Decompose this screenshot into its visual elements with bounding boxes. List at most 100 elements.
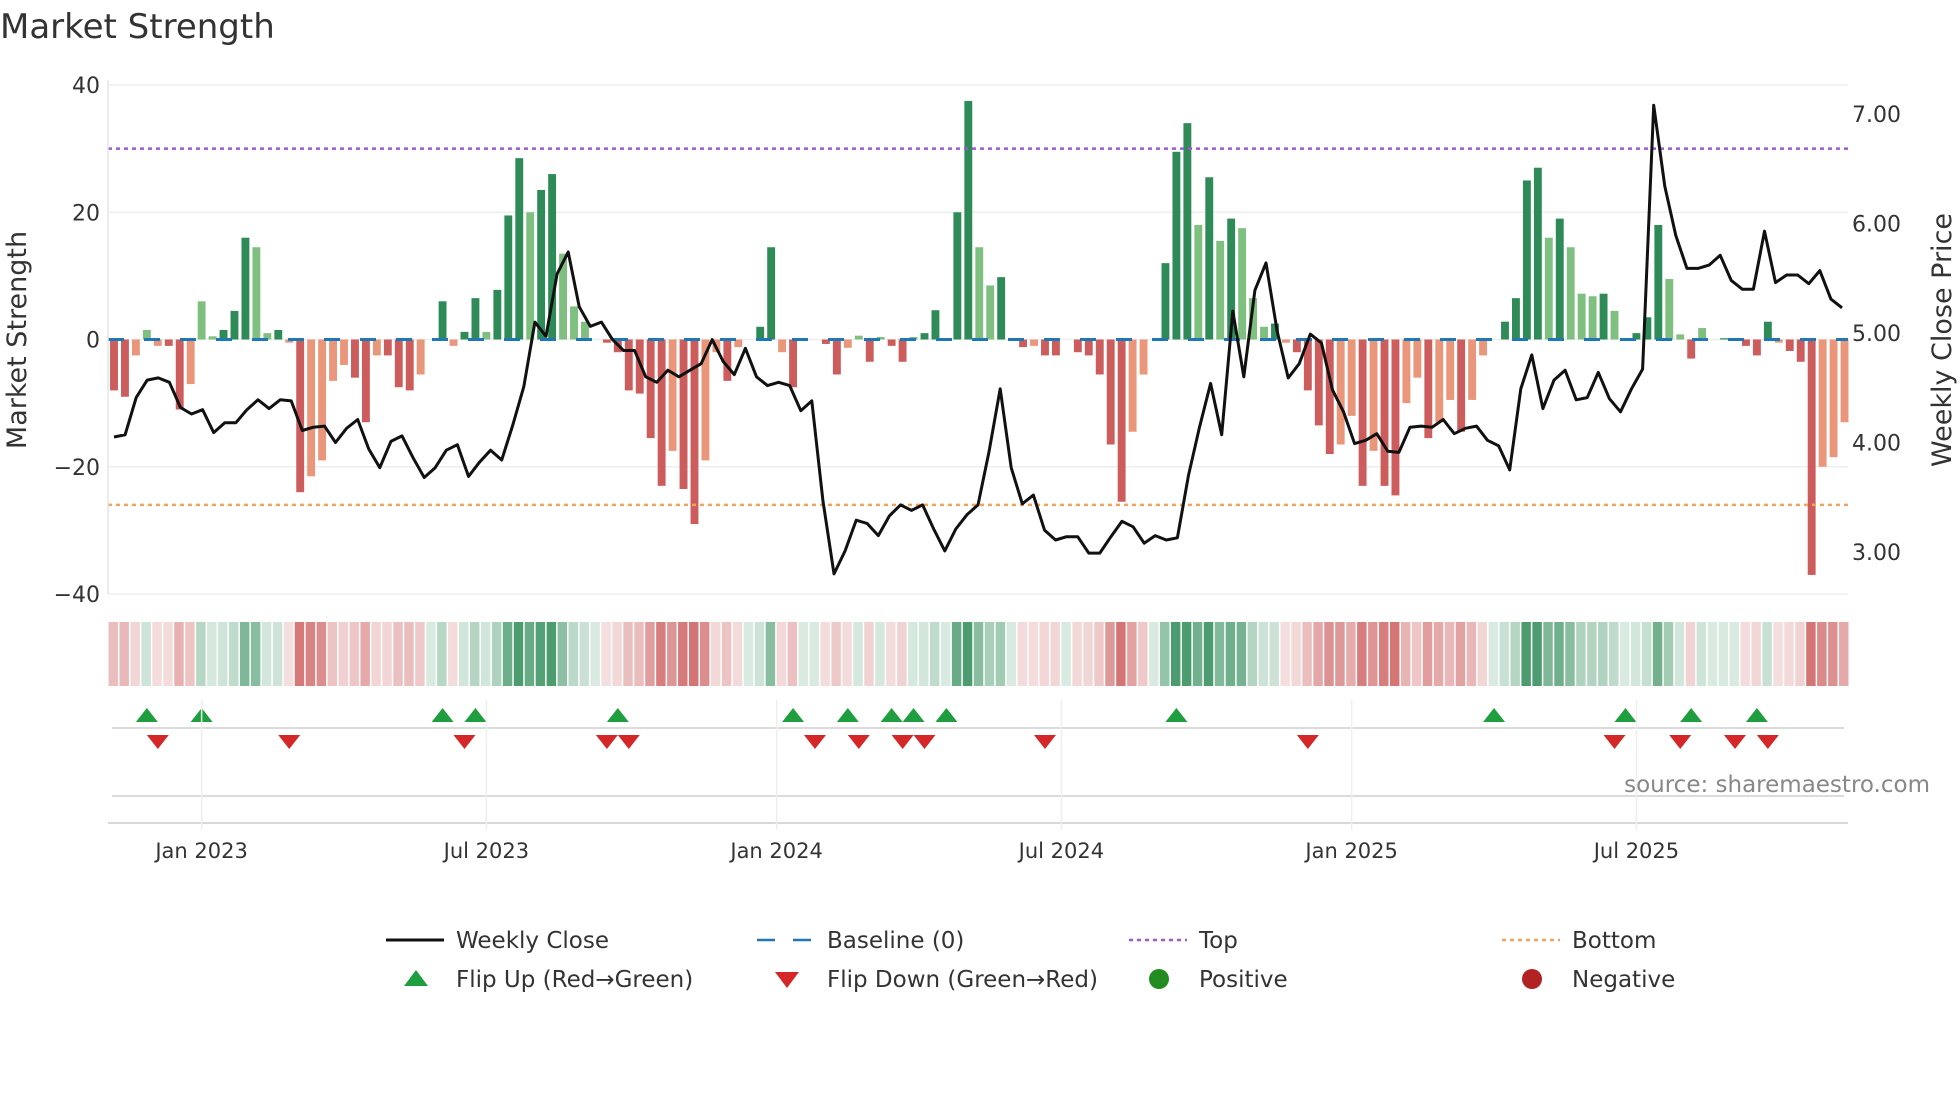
heat-cell (1039, 622, 1049, 686)
heat-cell (1729, 622, 1739, 686)
heat-cell (1598, 622, 1608, 686)
heat-cell (1773, 622, 1783, 686)
strength-bar (1205, 177, 1214, 340)
strength-bar (1468, 339, 1477, 400)
heat-cell (1138, 622, 1148, 686)
legend-item: Flip Up (Red→Green) (404, 967, 693, 993)
strength-bar (953, 212, 962, 340)
flip-up-marker (1614, 708, 1637, 722)
heat-cell (535, 622, 546, 686)
heat-cell (250, 622, 261, 686)
strength-bar (515, 158, 524, 340)
strength-bar (361, 339, 370, 423)
strength-bar (1829, 339, 1838, 458)
flip-up-marker (935, 708, 958, 722)
legend-item: Positive (1149, 967, 1288, 993)
strength-bar (383, 339, 392, 356)
heat-cell (426, 622, 436, 686)
strength-bar (986, 285, 995, 340)
strength-bar (920, 333, 929, 340)
heat-cell (1718, 622, 1729, 686)
heat-cell (437, 622, 447, 686)
market-strength-chart: Market Strength 40 20 0 −20 −40 7.00 6.00 5.00 4… (0, 7, 1958, 993)
heat-cell (1696, 622, 1707, 686)
strength-bar (964, 100, 973, 340)
heat-cell (1477, 622, 1488, 686)
strength-bar (208, 336, 217, 340)
heat-cell (141, 622, 151, 686)
heat-cell (1619, 622, 1630, 686)
legend-triangle-up-icon (404, 970, 428, 986)
strength-bar (307, 339, 316, 477)
heat-cell (590, 622, 600, 686)
flip-down-marker (891, 735, 914, 749)
strength-bar (1084, 339, 1093, 356)
legend-item: Flip Down (Green→Red) (775, 967, 1098, 993)
flip-up-marker (1680, 708, 1703, 722)
heat-cell (743, 622, 754, 686)
heat-cell (1017, 622, 1028, 686)
strength-bar (1566, 247, 1575, 340)
strength-bar (1599, 293, 1608, 340)
strength-bar (1752, 339, 1761, 356)
legend-item: Weekly Close (386, 928, 609, 954)
strength-bar (1512, 298, 1520, 340)
flip-down-marker (1756, 735, 1779, 749)
heat-cell (283, 622, 294, 686)
heat-cell (1806, 622, 1816, 686)
legend-item: Top (1129, 928, 1238, 954)
heat-cell (557, 622, 568, 686)
strength-heat-strip (108, 622, 1849, 686)
heat-cell (995, 622, 1006, 686)
heat-cell (1663, 622, 1674, 686)
heat-cell (459, 622, 469, 686)
strength-bar (1544, 237, 1553, 340)
heat-cell (327, 622, 338, 686)
strength-bar (865, 339, 874, 362)
strength-bar (789, 339, 798, 388)
y2-axis-title: Weekly Close Price (1927, 213, 1958, 467)
heat-cell (908, 622, 918, 686)
legend-triangle-down-icon (775, 972, 799, 988)
strength-bar (1446, 339, 1455, 400)
heat-cell (579, 622, 589, 686)
heat-cell (798, 622, 808, 686)
strength-bar (1577, 293, 1586, 340)
heat-cell (1630, 622, 1641, 686)
heat-cell (1795, 622, 1805, 686)
x-tick-label: Jul 2024 (1017, 839, 1104, 863)
heat-cell (1762, 622, 1772, 686)
strength-bar (186, 339, 195, 385)
heat-cell (480, 622, 491, 686)
heat-cell (1247, 622, 1258, 686)
y2-tick-label: 3.00 (1852, 541, 1901, 566)
strength-bar (537, 189, 546, 340)
heat-cell (1521, 622, 1531, 686)
strength-bar (241, 237, 250, 340)
heat-cell (1707, 622, 1718, 686)
strength-bar (679, 339, 688, 490)
heat-cell (1050, 622, 1060, 686)
heat-cell (1028, 622, 1039, 686)
heat-cell (678, 622, 688, 686)
heat-cell (415, 622, 425, 686)
strength-bar (460, 331, 469, 340)
strength-bar (1501, 321, 1509, 340)
strength-bar (131, 339, 140, 356)
flip-down-marker (617, 735, 640, 749)
strength-bar (1654, 224, 1663, 340)
flip-up-marker (1745, 708, 1768, 722)
flip-up-marker (1483, 708, 1506, 722)
strength-bar (1325, 339, 1334, 455)
strength-bar (887, 339, 896, 346)
strength-bar (832, 339, 841, 375)
strength-bar (1665, 279, 1674, 340)
strength-bar (1117, 339, 1126, 502)
heat-cell (973, 622, 984, 686)
strength-bar (340, 339, 348, 365)
heat-cell (1280, 622, 1290, 686)
heat-cell (984, 622, 995, 686)
heat-cell (1532, 622, 1542, 686)
heat-cell (1817, 622, 1827, 686)
strength-bar (1413, 339, 1422, 378)
